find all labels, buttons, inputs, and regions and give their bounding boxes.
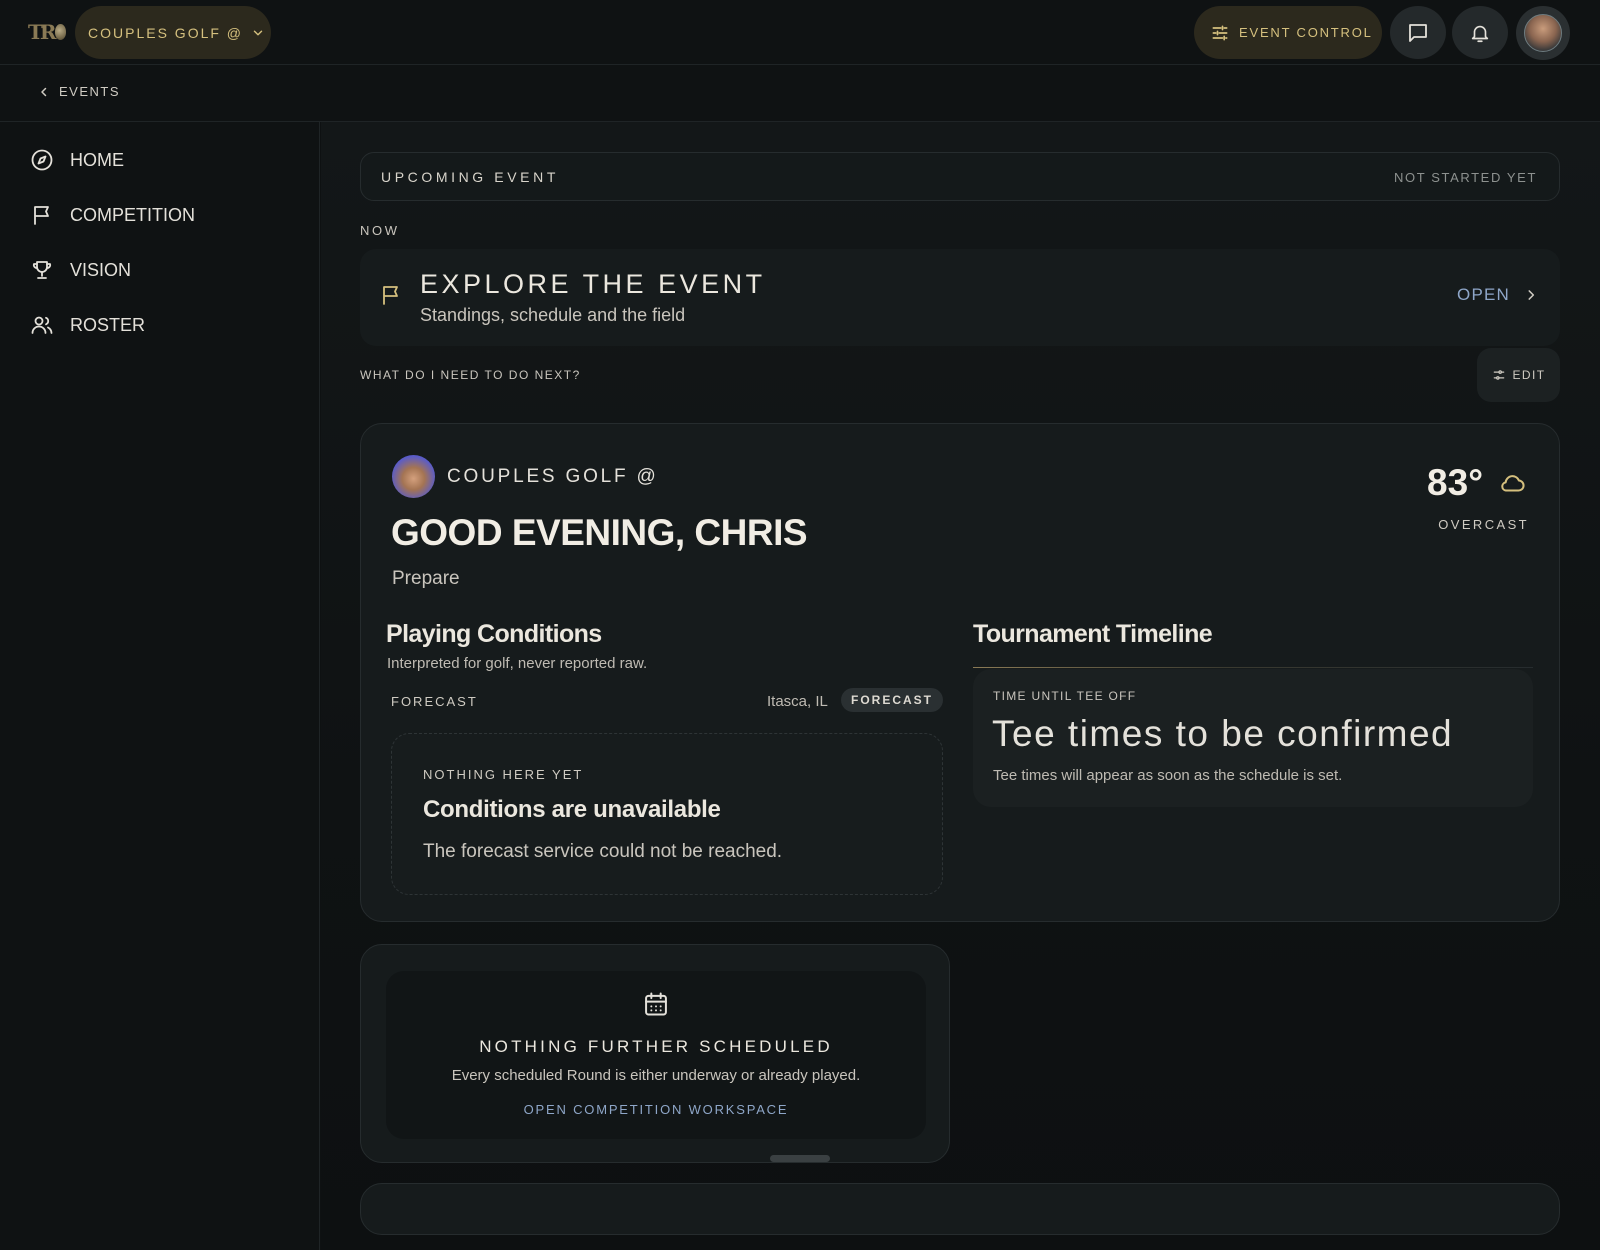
club-switcher-button[interactable]: COUPLES GOLF @: [75, 6, 271, 59]
empty-kicker: NOTHING HERE YET: [423, 767, 584, 782]
temperature: 83°: [1427, 462, 1483, 503]
sliders-icon: [1212, 25, 1228, 41]
explore-open-button[interactable]: OPEN: [1457, 285, 1538, 305]
greeting-status: Prepare: [392, 568, 460, 589]
compass-icon: [31, 149, 53, 171]
now-label: NOW: [360, 223, 400, 238]
schedule-empty-state: NOTHING FURTHER SCHEDULED Every schedule…: [386, 971, 926, 1139]
weather-condition: OVERCAST: [1438, 517, 1529, 532]
forecast-badge: FORECAST: [841, 688, 943, 712]
event-control-button[interactable]: EVENT CONTROL: [1194, 6, 1382, 59]
user-avatar-button[interactable]: [1516, 6, 1570, 60]
empty-text: The forecast service could not be reache…: [423, 841, 783, 862]
sidebar-item-label: HOME: [70, 149, 124, 170]
calendar-icon: [645, 992, 667, 1016]
trophy-icon: [32, 261, 52, 279]
club-name: COUPLES GOLF @: [447, 466, 659, 487]
tee-time-headline: Tee times to be confirmed: [992, 713, 1454, 754]
messages-button[interactable]: [1390, 6, 1446, 59]
back-label: EVENTS: [59, 84, 121, 99]
timeline-divider: [973, 667, 1533, 668]
upcoming-event-bar: UPCOMING EVENT NOT STARTED YET: [360, 152, 1560, 201]
user-avatar: [1524, 14, 1562, 52]
event-control-label: EVENT CONTROL: [1239, 25, 1373, 40]
bottom-card: [360, 1183, 1560, 1235]
users-icon: [31, 316, 53, 334]
playing-conditions-subtitle: Interpreted for golf, never reported raw…: [387, 655, 648, 672]
forecast-location: Itasca, IL: [767, 693, 828, 710]
message-icon: [1409, 23, 1427, 42]
next-steps-label: WHAT DO I NEED TO DO NEXT?: [360, 368, 581, 382]
edit-label: EDIT: [1512, 368, 1546, 382]
chevron-right-icon: [1528, 290, 1535, 300]
sliders-icon: [1493, 370, 1504, 380]
chevron-down-icon: [253, 30, 263, 35]
schedule-card: NOTHING FURTHER SCHEDULED Every schedule…: [360, 944, 950, 1163]
player-avatar: [392, 455, 435, 498]
explore-event-card[interactable]: EXPLORE THE EVENT Standings, schedule an…: [360, 249, 1560, 346]
bell-icon: [1471, 25, 1489, 42]
sidebar-item-roster[interactable]: ROSTER: [30, 313, 145, 337]
drag-handle[interactable]: [770, 1155, 830, 1162]
back-to-events-link[interactable]: EVENTS: [38, 84, 120, 99]
playing-conditions-title: Playing Conditions: [386, 620, 602, 648]
schedule-empty-text: Every scheduled Round is either underway…: [451, 1067, 861, 1084]
sidebar: HOME COMPETITION VISION ROSTER: [0, 122, 320, 1250]
timeline-title: Tournament Timeline: [973, 620, 1213, 648]
greeting-title: GOOD EVENING, CHRIS: [391, 512, 808, 553]
schedule-empty-title: NOTHING FURTHER SCHEDULED: [479, 1037, 833, 1056]
greeting-card: COUPLES GOLF @ GOOD EVENING, CHRIS Prepa…: [360, 423, 1560, 922]
sidebar-item-label: COMPETITION: [70, 204, 195, 225]
cloud-icon: [1501, 475, 1525, 492]
flag-icon: [34, 206, 49, 225]
chevron-left-icon: [41, 87, 47, 96]
club-switcher-label: COUPLES GOLF @: [88, 24, 244, 41]
logo-ball-icon: [54, 24, 66, 40]
notifications-button[interactable]: [1452, 6, 1508, 59]
forecast-label: FORECAST: [391, 694, 478, 709]
tee-time-kicker: TIME UNTIL TEE OFF: [993, 689, 1137, 703]
app-logo[interactable]: TR: [28, 20, 66, 44]
explore-title: EXPLORE THE EVENT: [420, 269, 766, 299]
logo-text: TR: [28, 20, 56, 44]
upcoming-label: UPCOMING EVENT: [381, 169, 559, 185]
tee-time-text: Tee times will appear as soon as the sch…: [993, 767, 1343, 784]
tee-time-panel: TIME UNTIL TEE OFF Tee times to be confi…: [973, 669, 1533, 807]
sidebar-item-label: ROSTER: [70, 314, 146, 335]
open-competition-workspace-link[interactable]: OPEN COMPETITION WORKSPACE: [386, 1102, 926, 1117]
top-bar: TR COUPLES GOLF @ EVENT CONTROL: [0, 0, 1600, 65]
sub-bar: EVENTS: [0, 65, 1600, 122]
sidebar-item-label: VISION: [70, 259, 132, 280]
empty-title: Conditions are unavailable: [423, 796, 721, 823]
flag-icon: [383, 286, 398, 305]
explore-subtitle: Standings, schedule and the field: [420, 305, 686, 325]
conditions-empty-state: NOTHING HERE YET Conditions are unavaila…: [391, 733, 943, 895]
sidebar-item-vision[interactable]: VISION: [30, 258, 131, 282]
upcoming-status: NOT STARTED YET: [1394, 170, 1537, 185]
edit-button[interactable]: EDIT: [1477, 348, 1560, 402]
open-label: OPEN: [1457, 285, 1510, 304]
sidebar-item-competition[interactable]: COMPETITION: [30, 203, 195, 227]
sidebar-item-home[interactable]: HOME: [30, 148, 124, 172]
